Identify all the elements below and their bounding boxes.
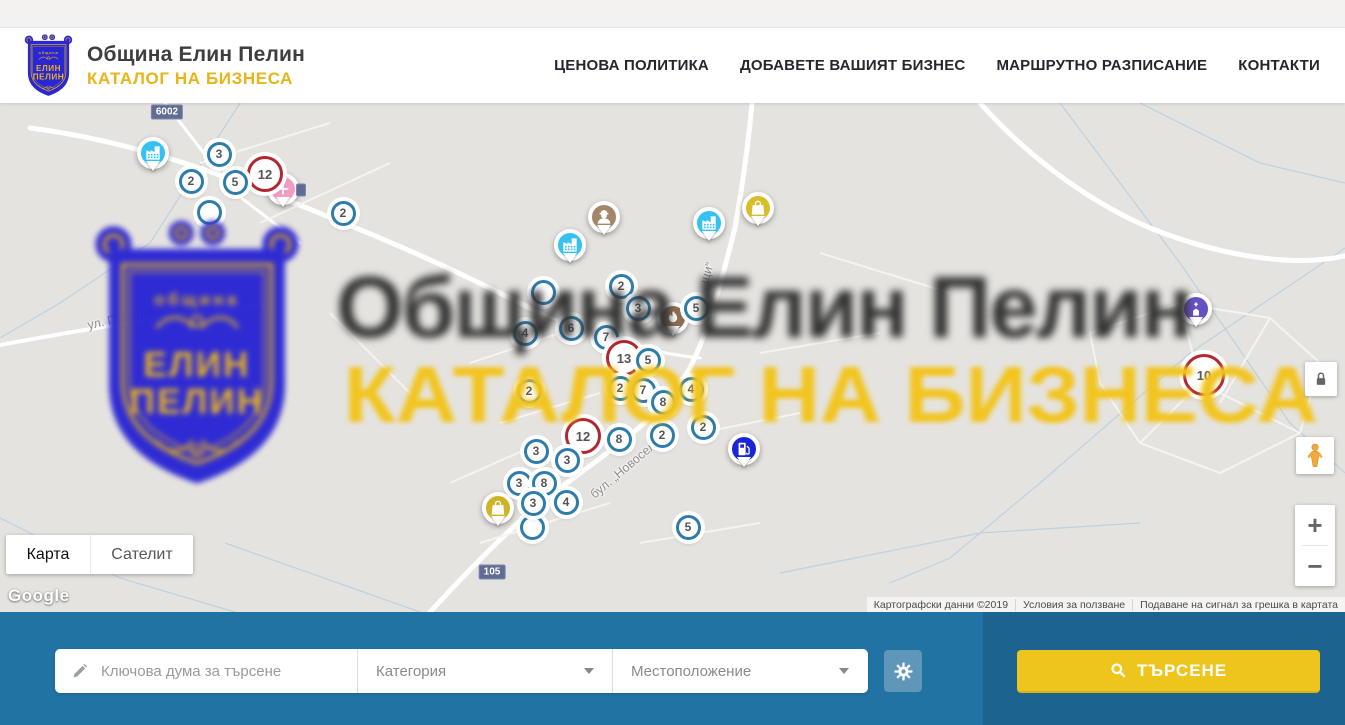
cluster-marker[interactable]: 3 — [626, 296, 651, 321]
cluster-marker[interactable]: 4 — [513, 321, 538, 346]
cluster-marker[interactable]: 3 — [555, 448, 580, 473]
cluster-marker[interactable] — [520, 515, 545, 540]
street-name-label: ул. Преслав — [86, 304, 158, 332]
lock-icon — [1311, 369, 1331, 389]
road-number-badge: 6002 — [151, 105, 183, 120]
pin-marker-factory[interactable] — [554, 229, 586, 261]
cluster-marker[interactable] — [197, 200, 222, 225]
nav-contacts[interactable]: КОНТАКТИ — [1238, 57, 1320, 74]
cluster-marker[interactable]: 2 — [517, 379, 542, 404]
pin-marker-worker[interactable] — [588, 201, 620, 233]
window-top-strip — [0, 0, 1345, 28]
cluster-marker[interactable]: 5 — [684, 296, 709, 321]
search-submit-label: ТЪРСЕНЕ — [1137, 661, 1227, 681]
cluster-marker[interactable]: 2 — [609, 274, 634, 299]
advanced-search-settings-button[interactable] — [884, 650, 922, 692]
cluster-marker[interactable]: 5 — [636, 348, 661, 373]
pin-marker-bag[interactable] — [742, 192, 774, 224]
search-icon — [1110, 662, 1127, 679]
zoom-control: + − — [1295, 505, 1335, 586]
map-type-map-button[interactable]: Карта — [6, 535, 90, 574]
cluster-marker[interactable]: 6 — [559, 316, 584, 341]
cluster-marker[interactable]: 4 — [679, 377, 704, 402]
cluster-marker[interactable]: 3 — [524, 439, 549, 464]
map-attribution: Картографски данни ©2019 Условия за полз… — [867, 597, 1345, 612]
cluster-marker[interactable]: 5 — [676, 515, 701, 540]
google-logo[interactable]: Google — [8, 586, 70, 606]
road-number-badge: 105 — [479, 565, 506, 580]
site-title: Община Елин Пелин — [87, 43, 305, 67]
cluster-marker[interactable]: 5 — [223, 170, 248, 195]
pin-marker-fuel[interactable] — [728, 433, 760, 465]
site-logo[interactable]: община ЕЛИН ПЕЛИН Община Елин Пелин КАТА… — [22, 33, 305, 99]
map-type-control: Карта Сателит — [6, 535, 193, 574]
gear-icon — [894, 662, 913, 681]
zoom-in-button[interactable]: + — [1295, 505, 1335, 545]
cluster-marker[interactable]: 2 — [650, 423, 675, 448]
site-header: община ЕЛИН ПЕЛИН Община Елин Пелин КАТА… — [0, 28, 1345, 103]
chevron-down-icon — [839, 668, 849, 674]
street-name-label: щи“ — [697, 261, 717, 286]
nav-route-schedule[interactable]: МАРШРУТНО РАЗПИСАНИЕ — [996, 57, 1207, 74]
pin-marker-church[interactable] — [1180, 293, 1212, 325]
cluster-marker[interactable]: 2 — [179, 169, 204, 194]
cluster-marker[interactable]: 2 — [331, 201, 356, 226]
location-select[interactable]: Местоположение — [612, 649, 867, 693]
nav-pricing-policy[interactable]: ЦЕНОВА ПОЛИТИКА — [554, 57, 709, 74]
cluster-marker[interactable]: 3 — [207, 142, 232, 167]
municipality-crest-icon: община ЕЛИН ПЕЛИН — [22, 33, 75, 99]
search-submit-button[interactable]: ТЪРСЕНЕ — [1017, 650, 1320, 693]
cluster-marker[interactable]: 8 — [651, 390, 676, 415]
street-view-lock-button[interactable] — [1305, 362, 1337, 396]
cluster-marker[interactable]: 8 — [607, 427, 632, 452]
keyword-field-wrap — [55, 649, 357, 693]
main-nav: ЦЕНОВА ПОЛИТИКА ДОБАВЕТЕ ВАШИЯТ БИЗНЕС М… — [554, 57, 1320, 74]
cluster-marker[interactable] — [531, 280, 556, 305]
site-subtitle: КАТАЛОГ НА БИЗНЕСА — [87, 69, 305, 89]
cluster-marker[interactable]: 4 — [554, 490, 579, 515]
keyword-search-input[interactable] — [101, 663, 331, 680]
cluster-marker[interactable]: 2 — [608, 376, 633, 401]
location-select-label: Местоположение — [631, 663, 751, 680]
nav-add-your-business[interactable]: ДОБАВЕТЕ ВАШИЯТ БИЗНЕС — [740, 57, 965, 74]
pin-marker-factory[interactable] — [137, 137, 169, 169]
google-map-canvas[interactable]: щи“бул. „Новоселул. Преслав1232522354671… — [0, 103, 1345, 612]
pegman-icon — [1304, 442, 1326, 469]
pin-marker-factory[interactable] — [693, 207, 725, 239]
search-bar: Категория Местоположение — [0, 612, 1345, 725]
cluster-marker[interactable]: 2 — [691, 415, 716, 440]
svg-text:община: община — [39, 50, 59, 55]
pegman-control[interactable] — [1296, 437, 1334, 474]
map-type-satellite-button[interactable]: Сателит — [90, 535, 193, 574]
svg-text:ПЕЛИН: ПЕЛИН — [33, 72, 64, 81]
pin-marker-bag[interactable] — [482, 492, 514, 524]
attribution-copyright: Картографски данни ©2019 — [867, 599, 1015, 611]
attribution-report-error-link[interactable]: Подаване на сигнал за грешка в картата — [1132, 599, 1345, 611]
zoom-out-button[interactable]: − — [1295, 546, 1335, 586]
search-form: Категория Местоположение — [55, 649, 868, 693]
road-number-badge — [296, 184, 306, 197]
category-select-label: Категория — [376, 663, 446, 680]
cluster-marker[interactable]: 10 — [1183, 354, 1225, 396]
svg-text:ЕЛИН: ЕЛИН — [36, 63, 61, 72]
cluster-marker[interactable]: 3 — [521, 491, 546, 516]
map-markers-layer: щи“бул. „Новоселул. Преслав1232522354671… — [0, 103, 1345, 612]
cluster-marker[interactable]: 12 — [247, 156, 283, 192]
attribution-terms-link[interactable]: Условия за ползване — [1015, 599, 1132, 611]
category-select[interactable]: Категория — [357, 649, 612, 693]
chevron-down-icon — [584, 668, 594, 674]
pencil-icon — [71, 662, 89, 680]
